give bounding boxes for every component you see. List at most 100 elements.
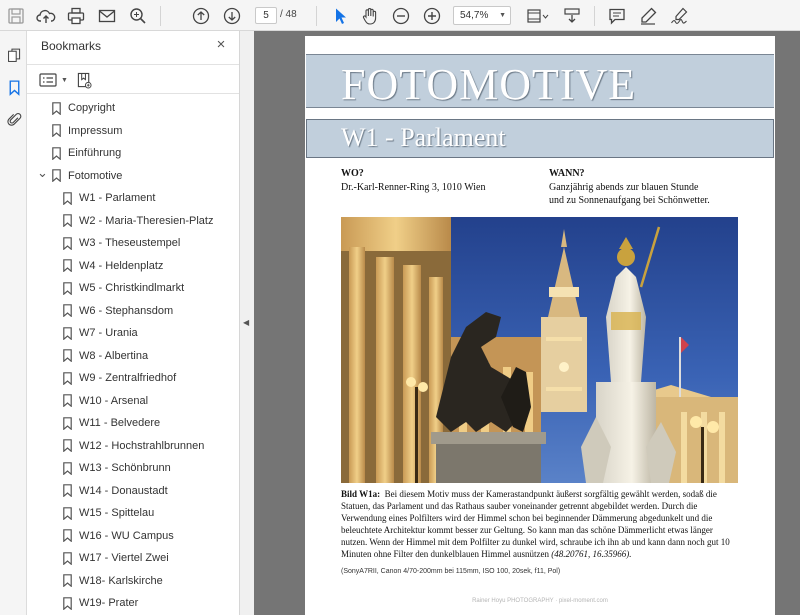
next-page-icon[interactable] bbox=[220, 4, 244, 28]
toolbar-divider bbox=[316, 6, 317, 26]
bookmark-item[interactable]: W10 - Arsenal bbox=[27, 390, 239, 412]
bookmark-icon bbox=[52, 169, 61, 182]
comment-icon[interactable] bbox=[605, 4, 629, 28]
bookmark-item[interactable]: W19- Prater bbox=[27, 592, 239, 614]
bookmarks-icon[interactable] bbox=[3, 76, 25, 98]
wo-heading: WO? bbox=[341, 168, 364, 179]
bookmark-item[interactable]: W15 - Spittelau bbox=[27, 502, 239, 524]
parliament-photo bbox=[341, 217, 738, 483]
bookmark-item[interactable]: W9 - Zentralfriedhof bbox=[27, 367, 239, 389]
page-thumbnails-icon[interactable] bbox=[3, 44, 25, 66]
bookmark-icon bbox=[63, 349, 72, 362]
scrolling-mode-icon[interactable] bbox=[560, 4, 584, 28]
wann-text: Ganzjährig abends zur blauen Stunde und … bbox=[549, 181, 710, 207]
bookmark-item[interactable]: W8 - Albertina bbox=[27, 345, 239, 367]
bookmark-item[interactable]: ⌄ Fotomotive bbox=[27, 165, 239, 187]
page-total-label: / 48 bbox=[280, 9, 297, 20]
section-heading-band: W1 - Parlament bbox=[306, 119, 774, 158]
bookmark-item[interactable]: Copyright bbox=[27, 97, 239, 119]
bookmark-label: W3 - Theseustempel bbox=[79, 237, 181, 249]
wann-line-1: Ganzjährig abends zur blauen Stunde bbox=[549, 182, 699, 193]
bookmark-icon bbox=[63, 281, 72, 295]
bookmark-icon bbox=[63, 394, 72, 407]
email-icon[interactable] bbox=[95, 4, 119, 28]
select-cursor-icon[interactable] bbox=[328, 4, 352, 28]
chevron-down-icon[interactable]: ⌄ bbox=[37, 165, 48, 181]
bookmark-item[interactable]: W6 - Stephansdom bbox=[27, 300, 239, 322]
bookmark-icon bbox=[52, 124, 61, 137]
bookmark-label: Einführung bbox=[68, 147, 122, 159]
bookmarks-panel: Bookmarks × ▼ Copyright Impressum Einführu… bbox=[27, 31, 240, 615]
bookmark-label: W11 - Belvedere bbox=[79, 417, 161, 429]
search-icon[interactable] bbox=[126, 4, 150, 28]
bookmark-icon bbox=[63, 214, 72, 227]
photo-caption: Bild W1a: Bei diesem Motiv muss der Kame… bbox=[341, 488, 739, 560]
print-icon[interactable] bbox=[64, 4, 88, 28]
toolbar-divider bbox=[160, 6, 161, 26]
bookmark-item[interactable]: W3 - Theseustempel bbox=[27, 232, 239, 254]
bookmark-item[interactable]: W12 - Hochstrahlbrunnen bbox=[27, 435, 239, 457]
close-icon[interactable]: × bbox=[213, 37, 229, 53]
zoom-level-select[interactable]: 54,7% ▼ bbox=[453, 6, 511, 25]
chapter-heading-band: FOTOMOTIVE bbox=[306, 54, 774, 109]
bookmark-icon bbox=[63, 259, 72, 272]
chevron-down-icon: ▼ bbox=[61, 76, 68, 84]
bookmark-item[interactable]: Einführung bbox=[27, 142, 239, 164]
bookmark-item[interactable]: W5 - Christkindlmarkt bbox=[27, 277, 239, 299]
bookmark-label: W14 - Donaustadt bbox=[79, 484, 168, 497]
bookmark-item[interactable]: W18- Karlskirche bbox=[27, 570, 239, 592]
fit-page-icon[interactable] bbox=[523, 4, 551, 28]
document-viewer: FOTOMOTIVE W1 - Parlament WO? Dr.-Karl-R… bbox=[254, 31, 800, 615]
bookmark-label: W1 - Parlament bbox=[79, 192, 156, 204]
caption-coordinates: (48.20761, 16.35966). bbox=[551, 549, 632, 559]
bookmark-label: W16 - WU Campus bbox=[79, 529, 174, 542]
pdf-page: FOTOMOTIVE W1 - Parlament WO? Dr.-Karl-R… bbox=[305, 36, 775, 615]
bookmark-label: W7 - Urania bbox=[79, 327, 138, 339]
camera-settings: (SonyA7RII, Canon 4/70-200mm bei 115mm, … bbox=[341, 568, 561, 575]
bookmark-item[interactable]: W11 - Belvedere bbox=[27, 412, 239, 434]
bookmark-icon bbox=[52, 146, 61, 160]
previous-page-icon[interactable] bbox=[189, 4, 213, 28]
bookmark-label: Copyright bbox=[68, 102, 116, 114]
bookmark-options-button[interactable]: ▼ bbox=[39, 70, 68, 90]
collapse-panel-icon[interactable]: ◀ bbox=[243, 318, 251, 328]
hand-tool-icon[interactable] bbox=[358, 4, 382, 28]
navigation-rail bbox=[0, 31, 27, 615]
attachments-icon[interactable] bbox=[3, 108, 25, 130]
main-toolbar: 5 / 48 54,7% ▼ bbox=[0, 0, 800, 31]
page-number-input[interactable]: 5 bbox=[255, 7, 277, 24]
zoom-out-icon[interactable] bbox=[389, 4, 413, 28]
bookmark-icon bbox=[63, 551, 72, 565]
sign-icon[interactable] bbox=[667, 4, 691, 28]
bookmark-item[interactable]: W4 - Heldenplatz bbox=[27, 255, 239, 277]
save-icon[interactable] bbox=[4, 4, 28, 28]
bookmarks-panel-title: Bookmarks bbox=[41, 39, 102, 53]
bookmark-item[interactable]: W1 - Parlament bbox=[27, 187, 239, 209]
bookmark-label: W18- Karlskirche bbox=[79, 574, 163, 587]
zoom-in-icon[interactable] bbox=[420, 4, 444, 28]
list-options-icon bbox=[39, 73, 57, 87]
caption-label: Bild W1a: bbox=[341, 489, 381, 499]
bookmark-item[interactable]: W7 - Urania bbox=[27, 322, 239, 344]
upload-cloud-icon[interactable] bbox=[34, 4, 58, 28]
toolbar-divider bbox=[594, 6, 595, 26]
bookmark-item[interactable]: W14 - Donaustadt bbox=[27, 480, 239, 502]
chevron-down-icon: ▼ bbox=[499, 12, 506, 19]
bookmark-item[interactable]: W16 - WU Campus bbox=[27, 525, 239, 547]
bookmark-icon bbox=[63, 529, 72, 542]
bookmark-label: W4 - Heldenplatz bbox=[79, 259, 164, 272]
bookmark-icon bbox=[52, 101, 61, 115]
add-bookmark-button[interactable] bbox=[77, 70, 92, 90]
bookmark-item[interactable]: W17 - Viertel Zwei bbox=[27, 547, 239, 569]
bookmark-icon bbox=[63, 371, 72, 385]
bookmark-icon bbox=[63, 484, 72, 497]
bookmark-item[interactable]: W13 - Schönbrunn bbox=[27, 457, 239, 479]
bookmark-item[interactable]: Impressum bbox=[27, 120, 239, 142]
bookmark-item[interactable]: W2 - Maria-Theresien-Platz bbox=[27, 210, 239, 232]
highlight-pen-icon[interactable] bbox=[636, 4, 660, 28]
bookmark-icon bbox=[63, 304, 72, 317]
bookmark-label: W8 - Albertina bbox=[79, 349, 149, 362]
bookmark-label: W15 - Spittelau bbox=[79, 507, 155, 519]
bookmark-label: W17 - Viertel Zwei bbox=[79, 552, 169, 564]
bookmark-label: W2 - Maria-Theresien-Platz bbox=[79, 214, 214, 227]
